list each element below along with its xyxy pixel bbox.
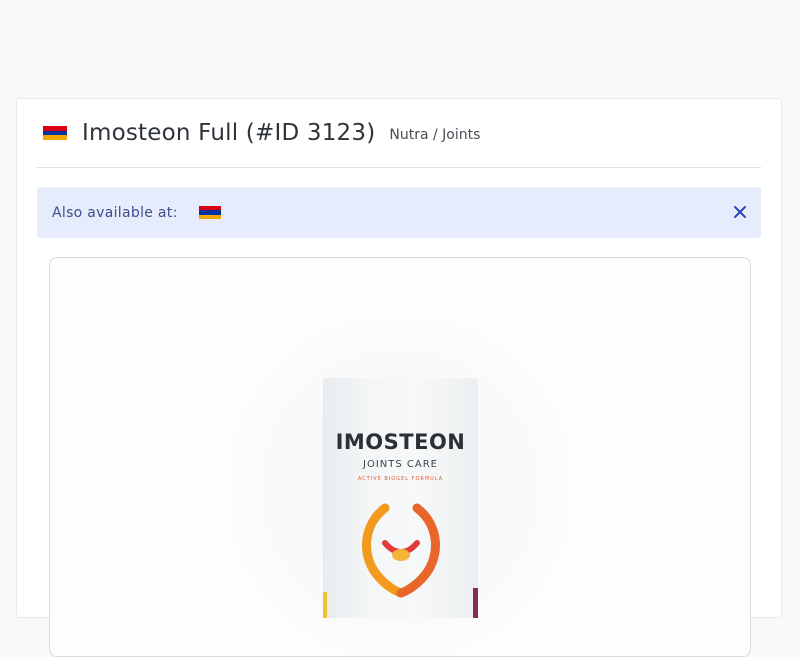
offer-card: Imosteon Full (#ID 3123) Nutra / Joints …: [16, 98, 782, 657]
product-subtitle: JOINTS CARE: [363, 459, 438, 470]
product-brand: IMOSTEON: [335, 430, 466, 454]
availability-alert: Also available at:: [37, 187, 761, 238]
armenia-flag-icon: [43, 126, 67, 140]
armenia-flag-icon[interactable]: [198, 206, 221, 219]
product-package-image: IMOSTEON JOINTS CARE ACTIVE BIOGEL FORMU…: [323, 378, 478, 618]
product-tagline: ACTIVE BIOGEL FORMULA: [357, 476, 444, 482]
offer-title: Imosteon Full (#ID 3123): [82, 120, 376, 146]
offer-category: Nutra / Joints: [389, 127, 481, 143]
close-icon[interactable]: [733, 204, 747, 218]
offer-header: Imosteon Full (#ID 3123) Nutra / Joints: [37, 99, 761, 168]
availability-label: Also available at:: [52, 204, 178, 221]
joint-logo-icon: [362, 503, 440, 598]
product-image-preview[interactable]: IMOSTEON JOINTS CARE ACTIVE BIOGEL FORMU…: [49, 257, 751, 657]
